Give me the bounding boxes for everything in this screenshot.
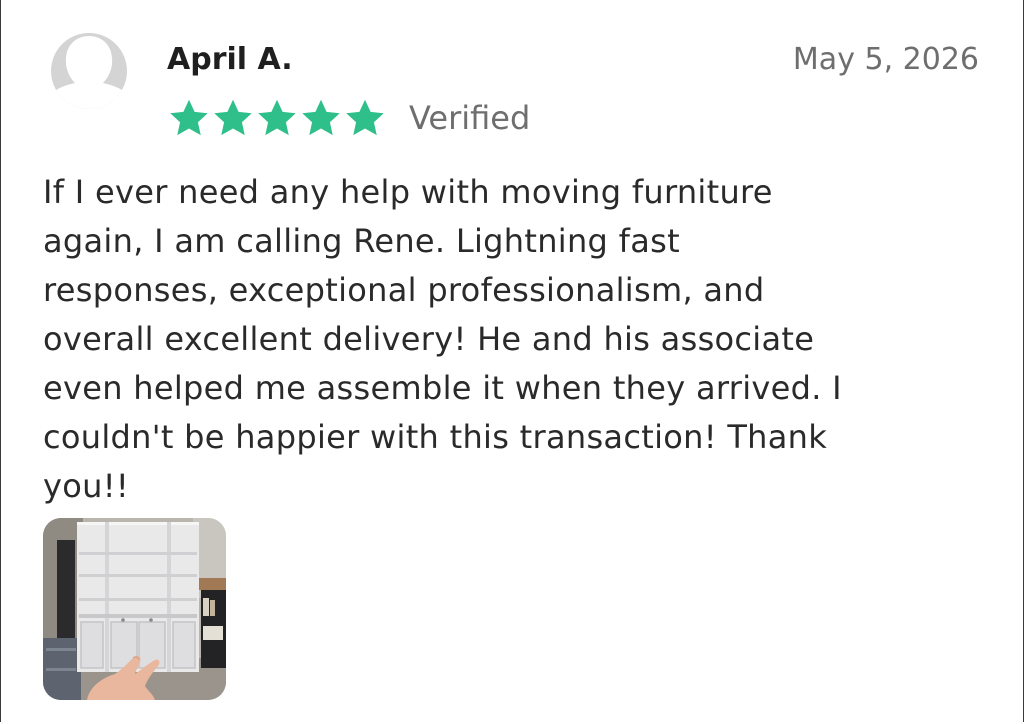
star-icon — [346, 99, 384, 136]
star-rating — [167, 97, 387, 139]
review-date: May 5, 2026 — [792, 42, 979, 77]
avatar[interactable] — [43, 33, 135, 109]
furniture-photo — [43, 518, 226, 700]
default-user-avatar-icon — [51, 33, 127, 109]
star-icon — [302, 99, 340, 136]
star-icon — [170, 99, 208, 136]
verified-label: Verified — [409, 99, 531, 137]
star-icon — [258, 99, 296, 136]
star-icon — [214, 99, 252, 136]
review-card: April A. May 5, 2026 Verified If I ever … — [0, 0, 1024, 722]
reviewer-name: April A. — [167, 42, 293, 77]
review-text: If I ever need any help with moving furn… — [43, 173, 842, 505]
review-photo-thumbnail[interactable] — [43, 518, 226, 700]
rating-row: Verified — [167, 96, 530, 140]
